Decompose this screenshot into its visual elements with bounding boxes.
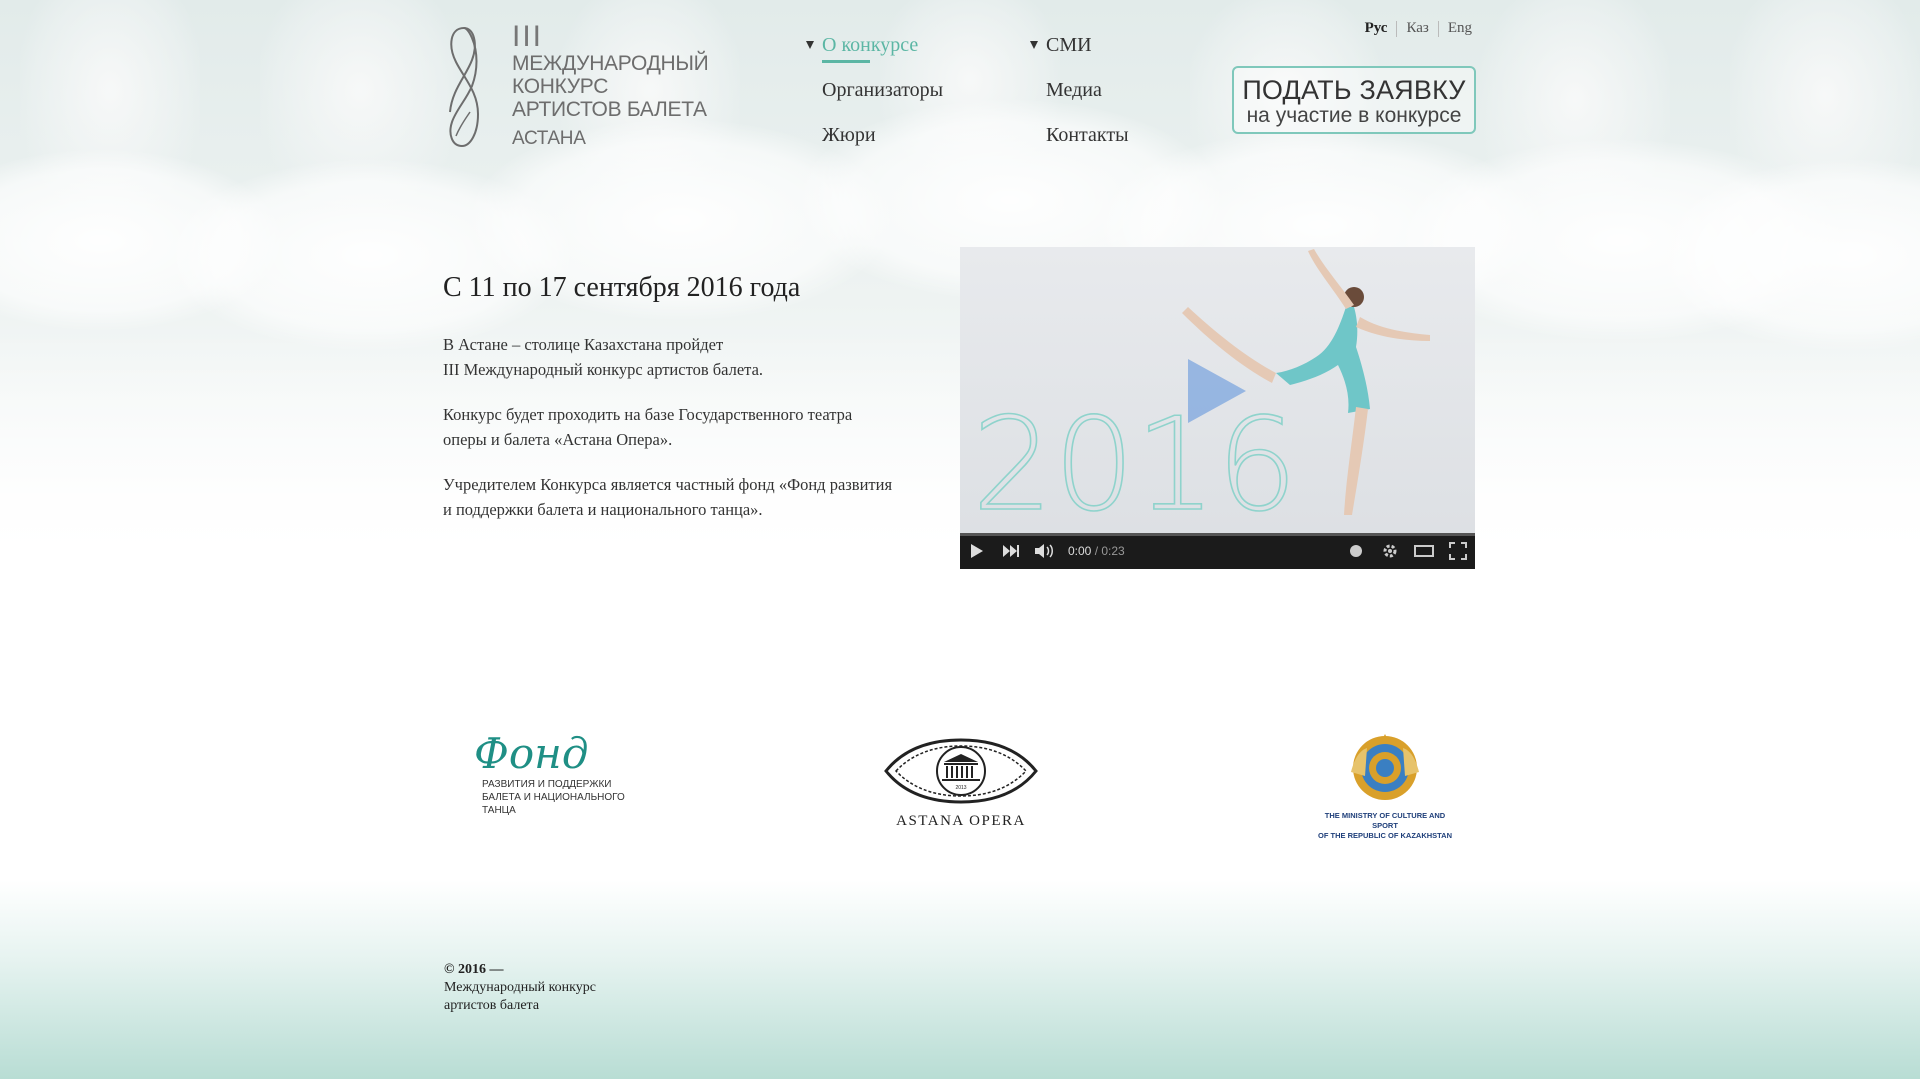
lang-divider (1437, 20, 1439, 37)
video-year-overlay: 2016 (972, 391, 1298, 533)
video-controls-right (1339, 533, 1475, 569)
video-time: 0:00 / 0:23 (1068, 544, 1125, 558)
fond-subtitle-line: ТАНЦА (482, 805, 516, 816)
paragraph-line: В Астане – столице Казахстана пройдет (443, 335, 724, 354)
page-heading: С 11 по 17 сентября 2016 года (443, 272, 801, 303)
intro-paragraph: В Астане – столице Казахстана пройдет II… (443, 332, 923, 382)
paragraph-line: оперы и балета «Астана Опера». (443, 430, 673, 449)
video-current-time: 0:00 (1068, 544, 1092, 558)
partner-ministry[interactable]: THE MINISTRY OF CULTURE AND SPORT OF THE… (1315, 732, 1455, 841)
nav-item-media[interactable]: Медиа (1046, 75, 1129, 120)
video-progress-bar[interactable] (960, 533, 1475, 536)
nav-item-label: О конкурсе (822, 34, 919, 56)
lang-en[interactable]: Eng (1448, 20, 1472, 37)
play-icon[interactable] (960, 533, 994, 569)
lang-kz[interactable]: Каз (1406, 20, 1428, 37)
nav-item-label: Организаторы (822, 79, 944, 101)
nav-item-label: Медиа (1046, 79, 1102, 101)
ministry-name: THE MINISTRY OF CULTURE AND SPORT OF THE… (1315, 811, 1455, 841)
settings-icon[interactable] (1373, 533, 1407, 569)
annotation-icon[interactable] (1339, 533, 1373, 569)
footer-line: артистов балета (444, 998, 540, 1013)
kz-emblem-icon (1351, 734, 1419, 800)
nav-item-label: Контакты (1046, 124, 1129, 146)
opera-emblem-icon: 2013 (884, 738, 1038, 804)
partners-row: Фонд РАЗВИТИЯ И ПОДДЕРЖКИ БАЛЕТА И НАЦИО… (470, 732, 1480, 842)
dropdown-arrow-icon (1030, 41, 1038, 49)
video-poster: 2016 (960, 247, 1475, 541)
partner-astana-opera[interactable]: 2013 ASTANA OPERA (876, 736, 1046, 830)
video-player[interactable]: 2016 0:00 / 0:23 (960, 247, 1475, 569)
footer-copyright: © 2016 — (444, 962, 504, 977)
video-controls: 0:00 / 0:23 (960, 533, 1475, 569)
video-time-separator: / (1091, 544, 1102, 558)
main-navigation: О конкурсе Организаторы Жюри СМИ Медиа К… (804, 30, 1184, 160)
fond-subtitle-line: БАЛЕТА И НАЦИОНАЛЬНОГО (482, 792, 625, 803)
ministry-name-line: OF THE REPUBLIC OF KAZAKHSTAN (1317, 831, 1453, 840)
logo-numeral: III (512, 20, 544, 53)
nav-item-label: Жюри (822, 124, 876, 146)
nav-item-label: СМИ (1046, 34, 1092, 56)
theater-mode-icon[interactable] (1407, 533, 1441, 569)
logo-line: КОНКУРС (512, 75, 609, 98)
paragraph-line: Конкурс будет проходить на базе Государс… (443, 405, 853, 424)
nav-item-contacts[interactable]: Контакты (1046, 120, 1129, 165)
volume-icon[interactable] (1028, 533, 1062, 569)
video-duration: 0:23 (1101, 544, 1125, 558)
paragraph-line: Учредителем Конкурса является частный фо… (443, 475, 893, 494)
opera-emblem-year: 2013 (955, 785, 966, 791)
lang-divider (1396, 20, 1398, 37)
fond-logo-word: Фонд (474, 729, 589, 778)
founder-paragraph: Учредителем Конкурса является частный фо… (443, 472, 923, 522)
nav-column-about: О конкурсе Организаторы Жюри (806, 30, 943, 165)
fond-logo-subtitle: РАЗВИТИЯ И ПОДДЕРЖКИ БАЛЕТА И НАЦИОНАЛЬН… (482, 778, 625, 817)
fond-subtitle-line: РАЗВИТИЯ И ПОДДЕРЖКИ (482, 779, 612, 790)
next-icon[interactable] (994, 533, 1028, 569)
nav-item-about[interactable]: О конкурсе (806, 30, 943, 75)
nav-item-press[interactable]: СМИ (1030, 30, 1129, 75)
fullscreen-icon[interactable] (1441, 533, 1475, 569)
play-overlay-icon[interactable] (1188, 359, 1246, 423)
paragraph-line: III Международный конкурс артистов балет… (443, 360, 764, 379)
main-content: С 11 по 17 сентября 2016 года В Астане –… (443, 272, 923, 542)
apply-button-title: ПОДАТЬ ЗАЯВКУ (1242, 75, 1466, 105)
logo-mark-icon (449, 26, 480, 148)
apply-button[interactable]: ПОДАТЬ ЗАЯВКУ на участие в конкурсе (1232, 66, 1476, 134)
opera-name: ASTANA OPERA (896, 813, 1026, 829)
footer: © 2016 — Международный конкурс артистов … (444, 961, 596, 1015)
site-logo[interactable]: III МЕЖДУНАРОДНЫЙ КОНКУРС АРТИСТОВ БАЛЕТ… (444, 22, 709, 152)
nav-column-media: СМИ Медиа Контакты (1030, 30, 1129, 165)
language-switcher: Рус Каз Eng (1365, 20, 1472, 37)
apply-button-subtitle: на участие в конкурсе (1246, 104, 1462, 127)
logo-city: АСТАНА (512, 128, 586, 149)
nav-item-organizers[interactable]: Организаторы (822, 75, 943, 120)
paragraph-line: и поддержки балета и национального танца… (443, 500, 763, 519)
nav-item-jury[interactable]: Жюри (822, 120, 943, 165)
dropdown-arrow-icon (806, 41, 814, 49)
ministry-name-line: THE MINISTRY OF CULTURE AND SPORT (1324, 811, 1446, 830)
footer-line: Международный конкурс (444, 980, 596, 995)
logo-text: III МЕЖДУНАРОДНЫЙ КОНКУРС АРТИСТОВ БАЛЕТ… (512, 20, 709, 150)
venue-paragraph: Конкурс будет проходить на базе Государс… (443, 402, 923, 452)
logo-line: АРТИСТОВ БАЛЕТА (512, 98, 707, 121)
logo-line: МЕЖДУНАРОДНЫЙ (512, 52, 709, 75)
lang-ru[interactable]: Рус (1365, 20, 1388, 37)
partner-fond[interactable]: Фонд РАЗВИТИЯ И ПОДДЕРЖКИ БАЛЕТА И НАЦИО… (474, 732, 625, 817)
